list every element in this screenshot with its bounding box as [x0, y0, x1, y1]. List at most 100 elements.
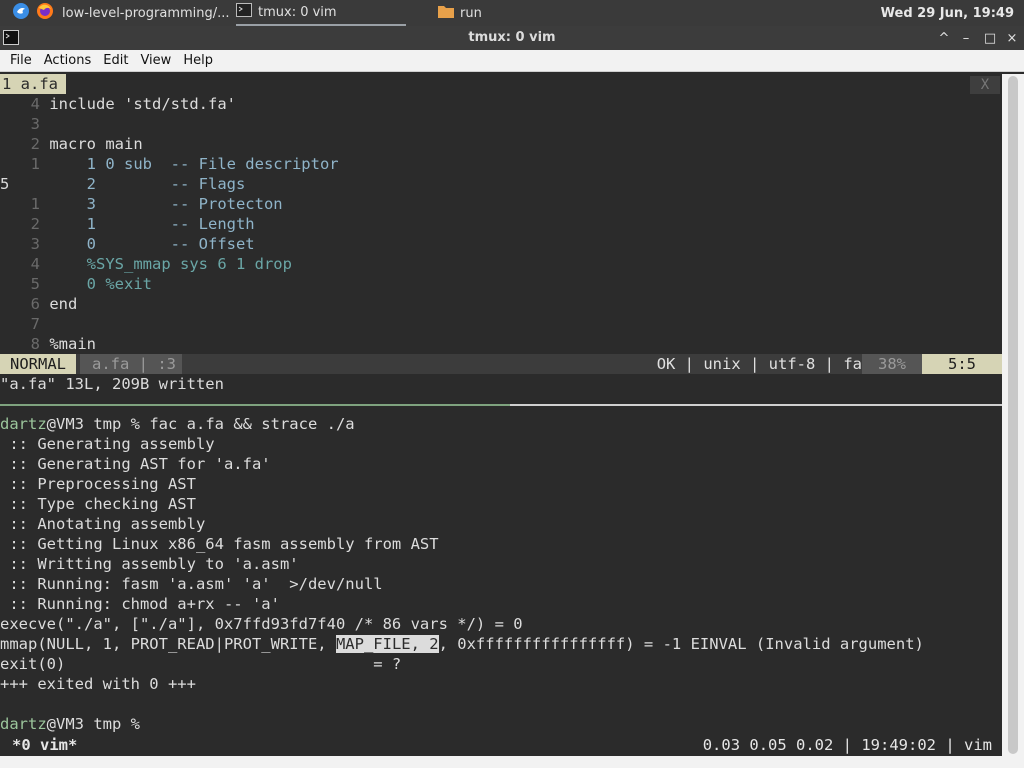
prompt-user: dartz [0, 715, 47, 733]
minimize-button[interactable]: – [956, 26, 976, 50]
code-text: include 'std/std.fa' [49, 95, 236, 113]
taskbar-item-folder[interactable]: run [438, 0, 558, 26]
tmux-window-list[interactable]: *0 vim* [12, 734, 77, 756]
code-text: macro main [49, 135, 143, 153]
maximize-button[interactable]: □ [980, 26, 1000, 50]
code-text: 1 0 sub -- File descriptor [86, 155, 339, 173]
output-line: exit(0) = ? [0, 655, 402, 673]
code-text: 0 %exit [86, 275, 152, 293]
window-titlebar[interactable]: tmux: 0 vim ^ – □ × [0, 26, 1024, 50]
line-number: 6 [30, 295, 40, 313]
shell-command-line: dartz@VM3 tmp % fac a.fa && strace ./a [0, 414, 355, 434]
taskbar-item-label: tmux: 0 vim [258, 4, 337, 20]
line-number: 5 [30, 275, 40, 293]
menubar: File Actions Edit View Help [0, 50, 1024, 72]
mmap-line: mmap(NULL, 1, PROT_READ|PROT_WRITE, MAP_… [0, 634, 924, 654]
code-line: 7 [0, 314, 49, 334]
vim-statusline: NORMAL a.fa | :3 OK | unix | utf-8 | fa … [0, 354, 1002, 374]
vim-file-format: OK | unix | utf-8 | fa [656, 355, 862, 373]
chevron-up-icon: ^ [938, 30, 950, 46]
menu-file[interactable]: File [10, 53, 39, 68]
output-line: :: Getting Linux x86_64 fasm assembly fr… [0, 535, 439, 553]
code-text: %main [49, 335, 97, 353]
code-text: %SYS_mmap sys 6 1 drop [86, 255, 292, 273]
code-line: 8 %main [0, 334, 96, 354]
code-text: 1 -- Length [86, 215, 255, 233]
close-button[interactable]: × [1002, 26, 1022, 50]
code-line: 3 0 -- Offset [0, 234, 255, 254]
line-number: 2 [30, 215, 40, 233]
output-line: execve("./a", ["./a"], 0x7ffd93fd7f40 /*… [0, 615, 523, 633]
code-line: 2 macro main [0, 134, 143, 154]
line-number: 2 [30, 135, 40, 153]
taskbar-item-terminal[interactable]: tmux: 0 vim [236, 0, 406, 26]
code-line: 1 3 -- Protecton [0, 194, 283, 214]
output-line: :: Writting assembly to 'a.asm' [0, 555, 299, 573]
maximize-icon: □ [983, 30, 997, 46]
menu-view[interactable]: View [140, 53, 178, 68]
code-line-current: 5 2 -- Flags [0, 174, 245, 194]
line-number: 4 [30, 255, 40, 273]
code-line: 4 %SYS_mmap sys 6 1 drop [0, 254, 292, 274]
keep-above-button[interactable]: ^ [934, 26, 954, 50]
output-line: :: Running: fasm 'a.asm' 'a' >/dev/null [0, 575, 383, 593]
code-line: 1 1 0 sub -- File descriptor [0, 154, 339, 174]
code-line: 4 include 'std/std.fa' [0, 94, 236, 114]
vim-tab[interactable]: 1 a.fa [0, 74, 66, 94]
line-number: 4 [30, 95, 40, 113]
taskbar: low-level-programming/... tmux: 0 vim ru… [0, 0, 1024, 26]
output-line: :: Generating assembly [0, 435, 215, 453]
minimize-icon: – [962, 30, 970, 46]
vim-message: "a.fa" 13L, 209B written [0, 375, 224, 393]
taskbar-item-firefox[interactable]: low-level-programming/... [62, 0, 230, 26]
prompt-host: @VM3 tmp % [46, 715, 150, 733]
tmux-statusbar: *0 vim* 0.03 0.05 0.02 | 19:49:02 | vim [0, 734, 1002, 756]
code-line: 5 0 %exit [0, 274, 152, 294]
command-text: fac a.fa && strace ./a [149, 415, 355, 433]
vim-scroll-percent: 38% [862, 354, 922, 374]
code-text: 3 -- Protecton [86, 195, 283, 213]
terminal-scrollbar[interactable] [1002, 74, 1024, 756]
vim-cursor-position: 5:5 [922, 354, 1002, 374]
vim-file-info: a.fa | :3 [80, 354, 182, 374]
mmap-text: mmap(NULL, 1, PROT_READ|PROT_WRITE, [0, 635, 336, 653]
terminal-icon [236, 3, 252, 21]
line-number: 3 [30, 115, 40, 133]
shell-prompt: dartz@VM3 tmp % [0, 714, 149, 734]
output-line: +++ exited with 0 +++ [0, 675, 196, 693]
menu-actions[interactable]: Actions [44, 53, 99, 68]
terminal-area[interactable]: 1 a.fa X 4 include 'std/std.fa' 3 2 macr… [0, 74, 1002, 756]
taskbar-item-label: run [460, 5, 482, 21]
menu-edit[interactable]: Edit [103, 53, 135, 68]
app-menu-icon [12, 2, 30, 24]
line-number: 3 [30, 235, 40, 253]
window-bottom-border [0, 756, 1024, 768]
firefox-icon [36, 2, 54, 24]
output-line: :: Type checking AST [0, 495, 196, 513]
app-menu-button[interactable] [12, 0, 30, 26]
prompt-host: @VM3 tmp % [46, 415, 150, 433]
tmux-status-right: 0.03 0.05 0.02 | 19:49:02 | vim [702, 736, 992, 754]
output-line: :: Anotating assembly [0, 515, 206, 533]
code-line: 6 end [0, 294, 78, 314]
close-icon: × [1006, 30, 1018, 46]
line-number: 8 [30, 335, 40, 353]
taskbar-item-label: low-level-programming/... [62, 5, 230, 21]
folder-icon [438, 4, 454, 22]
menu-help[interactable]: Help [183, 53, 220, 68]
mmap-text: , 0xffffffffffffffff) = -1 EINVAL (Inval… [438, 635, 924, 653]
scrollbar-thumb[interactable] [1008, 76, 1018, 754]
window-title: tmux: 0 vim [468, 30, 556, 45]
output-line: :: Preprocessing AST [0, 475, 196, 493]
vim-mode: NORMAL [0, 354, 76, 374]
output-line: :: Generating AST for 'a.fa' [0, 455, 271, 473]
vim-tab-close[interactable]: X [970, 76, 1000, 94]
code-text: end [49, 295, 78, 313]
firefox-launcher[interactable] [36, 0, 54, 26]
line-number: 1 [30, 155, 40, 173]
code-text: 0 -- Offset [86, 235, 255, 253]
line-number: 1 [30, 195, 40, 213]
pane-divider[interactable] [0, 404, 1002, 406]
clock[interactable]: Wed 29 Jun, 19:49 [881, 0, 1014, 26]
code-text: 2 -- Flags [86, 175, 246, 193]
